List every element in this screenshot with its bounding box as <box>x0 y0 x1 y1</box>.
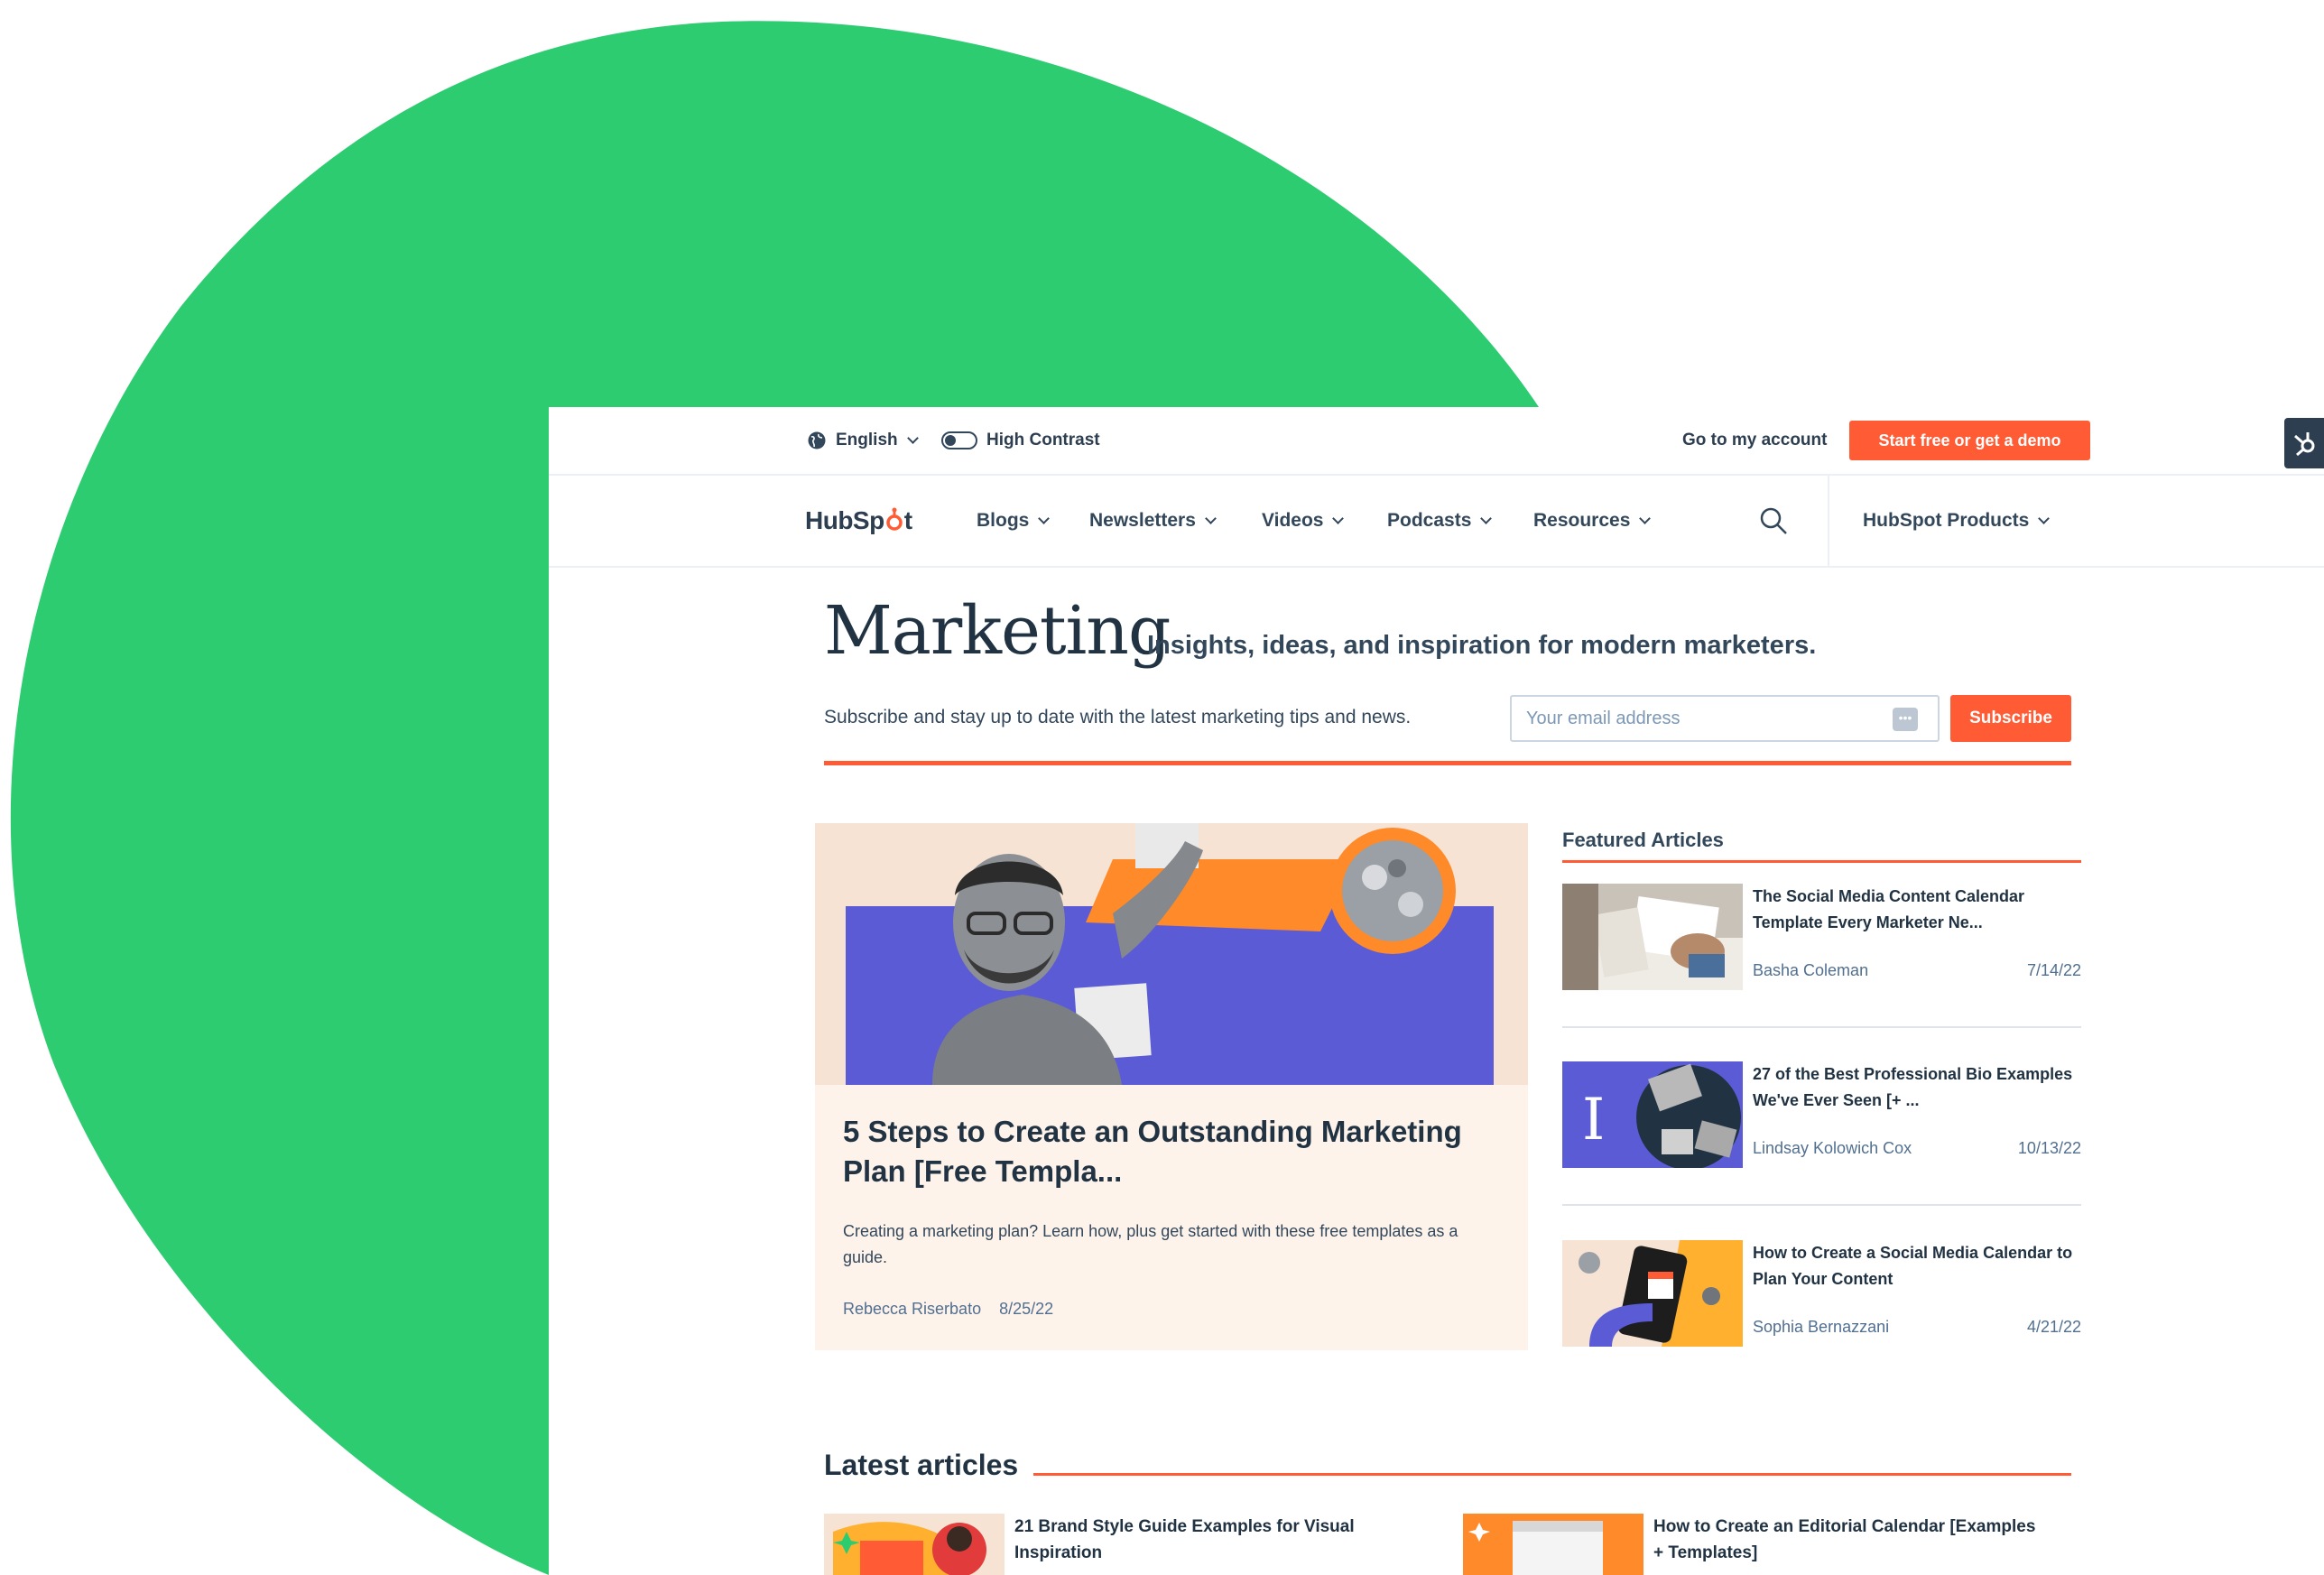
start-free-demo-button[interactable]: Start free or get a demo <box>1849 421 2090 460</box>
browser-window: English High Contrast Go to my account S… <box>549 407 2324 1575</box>
chevron-down-icon <box>1205 512 1217 524</box>
featured-list-date: 10/13/22 <box>2017 1139 2081 1157</box>
hubspot-sprocket-tab[interactable] <box>2284 418 2324 468</box>
featured-list-date: 7/14/22 <box>2026 961 2081 979</box>
article-thumbnail <box>824 1514 1005 1575</box>
featured-list-title[interactable]: 27 of the Best Professional Bio Examples… <box>1753 1061 2078 1114</box>
logo-text: HubSp <box>805 506 884 534</box>
chevron-down-icon <box>1332 512 1345 524</box>
nav-item-newsletters[interactable]: Newsletters <box>1089 476 1217 566</box>
language-label: English <box>836 431 898 449</box>
logo-text-end: t <box>903 506 912 534</box>
page-title: Marketing <box>824 592 1171 670</box>
sprocket-logo-icon <box>885 507 903 531</box>
chevron-down-icon <box>906 431 919 444</box>
search-icon[interactable] <box>1759 506 1788 535</box>
chevron-down-icon <box>1639 512 1652 524</box>
toggle-switch-icon <box>941 431 977 449</box>
list-divider <box>1562 1204 2081 1206</box>
nav-label: Resources <box>1533 510 1631 531</box>
subscribe-button[interactable]: Subscribe <box>1950 695 2071 742</box>
latest-article-item[interactable]: How to Create an Editorial Calendar [Exa… <box>1463 1514 2077 1575</box>
hubspot-products-menu[interactable]: HubSpot Products <box>1863 476 2051 566</box>
latest-article-title[interactable]: How to Create an Editorial Calendar [Exa… <box>1653 1514 2042 1566</box>
high-contrast-label: High Contrast <box>986 431 1100 449</box>
featured-article-date: 8/25/22 <box>999 1300 1054 1318</box>
featured-article-author[interactable]: Rebecca Riserbato <box>843 1300 981 1318</box>
nav-item-videos[interactable]: Videos <box>1262 476 1345 566</box>
featured-article-meta: Rebecca Riserbato 8/25/22 <box>843 1300 1071 1319</box>
featured-list-author[interactable]: Sophia Bernazzani <box>1753 1318 1889 1337</box>
nav-item-blogs[interactable]: Blogs <box>977 476 1051 566</box>
nav-item-podcasts[interactable]: Podcasts <box>1387 476 1493 566</box>
article-thumbnail <box>1562 1240 1743 1347</box>
globe-icon <box>808 431 826 449</box>
latest-articles-divider <box>1033 1473 2071 1476</box>
article-thumbnail <box>1463 1514 1643 1575</box>
subscribe-description: Subscribe and stay up to date with the l… <box>824 707 1412 727</box>
featured-article-image <box>815 823 1528 1085</box>
chevron-down-icon <box>1038 512 1051 524</box>
email-placeholder: Your email address <box>1526 708 1681 728</box>
featured-list-item[interactable]: The Social Media Content Calendar Templa… <box>1562 884 2081 992</box>
featured-article-title[interactable]: 5 Steps to Create an Outstanding Marketi… <box>843 1112 1493 1191</box>
account-link-label: Go to my account <box>1682 431 1828 449</box>
high-contrast-toggle[interactable]: High Contrast <box>941 407 1100 474</box>
featured-list-author[interactable]: Basha Coleman <box>1753 961 1868 980</box>
featured-article-card[interactable]: 5 Steps to Create an Outstanding Marketi… <box>815 823 1528 1350</box>
featured-list-title[interactable]: How to Create a Social Media Calendar to… <box>1753 1240 2078 1292</box>
article-thumbnail <box>1562 884 1743 990</box>
chevron-down-icon <box>1480 512 1493 524</box>
featured-list-author[interactable]: Lindsay Kolowich Cox <box>1753 1139 1912 1158</box>
latest-articles-heading: Latest articles <box>824 1449 1019 1481</box>
main-nav: HubSp t Blogs Newsletters Videos Podcasts… <box>549 476 2324 568</box>
hubspot-logo[interactable]: HubSp t <box>805 476 912 566</box>
featured-articles-heading: Featured Articles <box>1562 829 1724 851</box>
nav-item-resources[interactable]: Resources <box>1533 476 1652 566</box>
latest-article-title[interactable]: 21 Brand Style Guide Examples for Visual… <box>1014 1514 1403 1566</box>
nav-divider <box>1828 476 1829 566</box>
nav-label: Videos <box>1262 510 1324 531</box>
hero-divider <box>824 761 2071 765</box>
featured-list-date: 4/21/22 <box>2026 1318 2081 1336</box>
article-thumbnail: I <box>1562 1061 1743 1168</box>
go-to-account-link[interactable]: Go to my account <box>1682 407 1827 474</box>
svg-text:I: I <box>1582 1087 1605 1153</box>
page-subtitle: Insights, ideas, and inspiration for mod… <box>1147 631 1817 660</box>
utility-bar: English High Contrast Go to my account S… <box>549 407 2324 476</box>
password-manager-icon[interactable]: ••• <box>1893 708 1918 731</box>
latest-article-item[interactable]: 21 Brand Style Guide Examples for Visual… <box>824 1514 1420 1575</box>
nav-label: Podcasts <box>1387 510 1472 531</box>
products-label: HubSpot Products <box>1863 510 2030 531</box>
featured-article-description: Creating a marketing plan? Learn how, pl… <box>843 1222 1458 1266</box>
nav-label: Blogs <box>977 510 1030 531</box>
featured-articles-divider <box>1562 860 2081 863</box>
email-input[interactable]: Your email address ••• <box>1510 695 1940 742</box>
featured-list-title[interactable]: The Social Media Content Calendar Templa… <box>1753 884 2078 936</box>
language-selector[interactable]: English <box>807 407 919 474</box>
chevron-down-icon <box>2038 512 2051 524</box>
featured-list-item[interactable]: I 27 of the Best Professional Bio Exampl… <box>1562 1061 2081 1170</box>
featured-list-item[interactable]: How to Create a Social Media Calendar to… <box>1562 1240 2081 1348</box>
nav-label: Newsletters <box>1089 510 1196 531</box>
list-divider <box>1562 1026 2081 1028</box>
sprocket-icon <box>2294 432 2315 457</box>
